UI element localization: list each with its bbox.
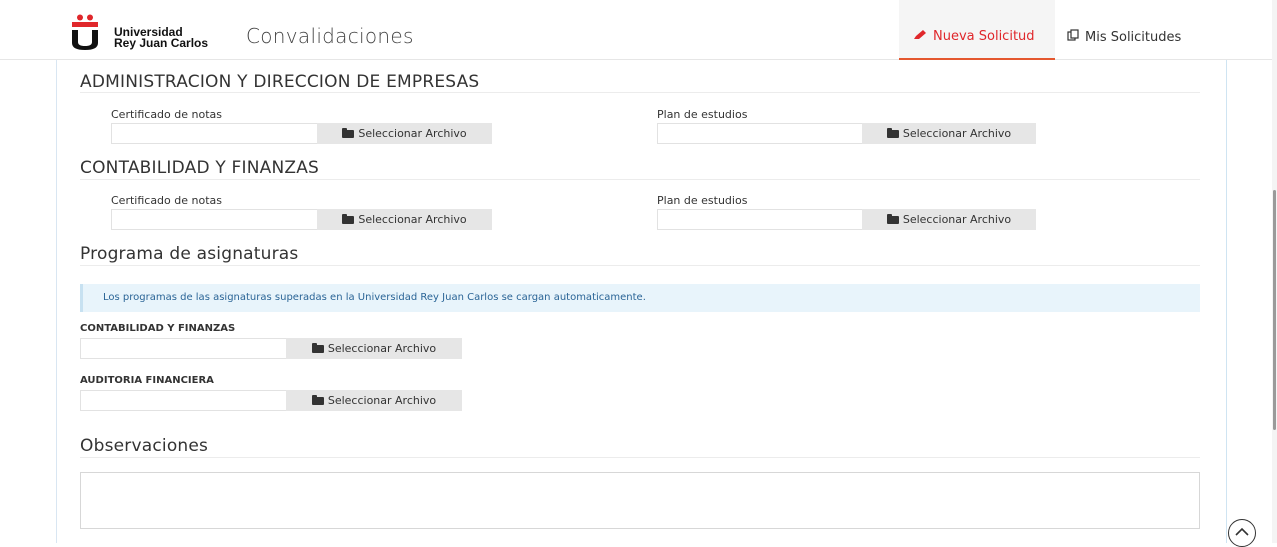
nav-nueva-solicitud-label: Nueva Solicitud <box>933 29 1035 44</box>
chevron-up-icon <box>1235 527 1249 536</box>
folder-icon <box>342 213 355 224</box>
folder-icon <box>342 127 355 138</box>
nav-mis-solicitudes-label: Mis Solicitudes <box>1085 30 1182 45</box>
asignatura-label: AUDITORIA FINANCIERA <box>80 375 214 386</box>
section-title-contabilidad: CONTABILIDAD Y FINANZAS <box>80 158 320 178</box>
scrollbar-thumb[interactable] <box>1273 190 1276 430</box>
info-alert: Los programas de las asignaturas superad… <box>80 284 1200 312</box>
section-divider <box>80 457 1200 458</box>
content-right-border <box>1226 60 1227 543</box>
app-title: Convalidaciones <box>246 24 414 48</box>
section-divider <box>80 179 1200 180</box>
folder-icon <box>886 127 899 138</box>
plan-file-input[interactable] <box>657 209 863 230</box>
section-divider <box>80 265 1200 266</box>
nav-mis-solicitudes[interactable]: Mis Solicitudes <box>1067 29 1181 45</box>
observaciones-textarea[interactable] <box>80 472 1200 529</box>
select-button-label: Seleccionar Archivo <box>327 342 437 355</box>
asignatura-select-button[interactable]: Seleccionar Archivo <box>286 390 462 411</box>
plan-file-input[interactable] <box>657 123 863 144</box>
certificado-file-input[interactable] <box>111 123 318 144</box>
top-header: Universidad Rey Juan Carlos Convalidacio… <box>0 0 1272 60</box>
section-title-ade: ADMINISTRACION Y DIRECCION DE EMPRESAS <box>80 72 480 92</box>
select-button-label: Seleccionar Archivo <box>358 213 467 226</box>
asignatura-select-button[interactable]: Seleccionar Archivo <box>286 338 462 359</box>
select-button-label: Seleccionar Archivo <box>327 394 437 407</box>
plan-select-button[interactable]: Seleccionar Archivo <box>862 209 1036 230</box>
plan-select-button[interactable]: Seleccionar Archivo <box>862 123 1036 144</box>
select-button-label: Seleccionar Archivo <box>902 127 1012 140</box>
certificado-label: Certificado de notas <box>111 194 222 207</box>
certificado-file-input[interactable] <box>111 209 318 230</box>
certificado-select-button[interactable]: Seleccionar Archivo <box>317 123 492 144</box>
certificado-select-button[interactable]: Seleccionar Archivo <box>317 209 492 230</box>
select-button-label: Seleccionar Archivo <box>358 127 467 140</box>
university-name-line2: Rey Juan Carlos <box>114 36 209 50</box>
plan-label: Plan de estudios <box>657 194 748 207</box>
folder-icon <box>311 394 324 405</box>
asignatura-file-input[interactable] <box>80 338 287 359</box>
folder-icon <box>311 342 324 353</box>
asignatura-label: CONTABILIDAD Y FINANZAS <box>80 323 236 334</box>
select-button-label: Seleccionar Archivo <box>902 213 1012 226</box>
university-name: Universidad Rey Juan Carlos <box>114 26 209 50</box>
pencil-icon <box>914 30 926 39</box>
folder-icon <box>886 213 899 224</box>
section-title-observaciones: Observaciones <box>80 436 209 456</box>
content-left-border <box>56 60 57 543</box>
section-divider <box>80 92 1200 93</box>
info-alert-text: Los programas de las asignaturas superad… <box>103 292 646 303</box>
asignatura-file-input[interactable] <box>80 390 287 411</box>
plan-label: Plan de estudios <box>657 108 748 121</box>
nav-nueva-solicitud[interactable]: Nueva Solicitud <box>899 0 1055 60</box>
section-title-programa: Programa de asignaturas <box>80 244 299 264</box>
certificado-label: Certificado de notas <box>111 108 222 121</box>
urjc-logo-icon[interactable] <box>70 14 100 50</box>
copy-icon <box>1067 29 1079 41</box>
